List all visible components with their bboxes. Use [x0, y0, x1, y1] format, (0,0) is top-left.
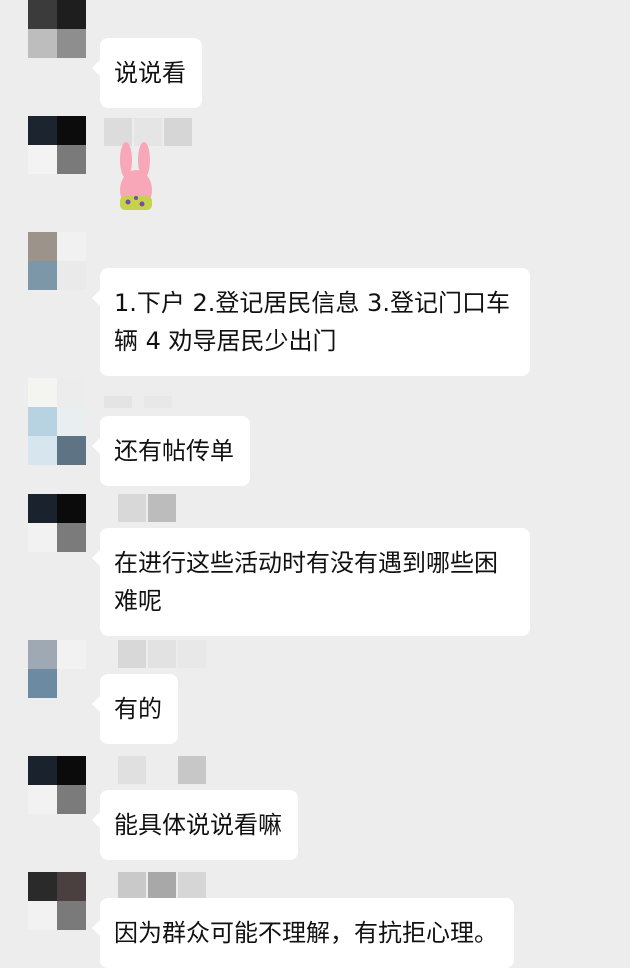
avatar[interactable] — [28, 0, 86, 58]
message-text: 说说看 — [114, 59, 186, 87]
message-bubble[interactable]: 还有帖传单 — [92, 416, 250, 486]
avatar[interactable] — [28, 756, 86, 814]
message-text: 在进行这些活动时有没有遇到哪些困难呢 — [114, 549, 498, 615]
avatar[interactable] — [28, 116, 86, 174]
avatar[interactable] — [28, 640, 86, 698]
message-bubble[interactable]: 1.下户 2.登记居民信息 3.登记门口车辆 4 劝导居民少出门 — [92, 268, 530, 376]
message-bubble[interactable]: 在进行这些活动时有没有遇到哪些困难呢 — [92, 528, 530, 636]
message-bubble[interactable]: 说说看 — [92, 38, 202, 108]
message-bubble[interactable]: 有的 — [92, 674, 178, 744]
message-text: 还有帖传单 — [114, 437, 234, 465]
message-text: 1.下户 2.登记居民信息 3.登记门口车辆 4 劝导居民少出门 — [114, 289, 510, 355]
avatar-lower — [28, 436, 86, 466]
message-text: 有的 — [114, 695, 162, 723]
avatar[interactable] — [28, 494, 86, 552]
avatar[interactable] — [28, 872, 86, 930]
avatar[interactable] — [28, 232, 86, 290]
message-bubble[interactable]: 因为群众可能不理解，有抗拒心理。 — [92, 898, 514, 968]
message-text: 因为群众可能不理解，有抗拒心理。 — [114, 919, 498, 947]
avatar[interactable] — [28, 378, 86, 436]
message-bubble[interactable]: 能具体说说看嘛 — [92, 790, 298, 860]
patrick-star-sticker[interactable] — [112, 140, 162, 220]
message-text: 能具体说说看嘛 — [114, 811, 282, 839]
